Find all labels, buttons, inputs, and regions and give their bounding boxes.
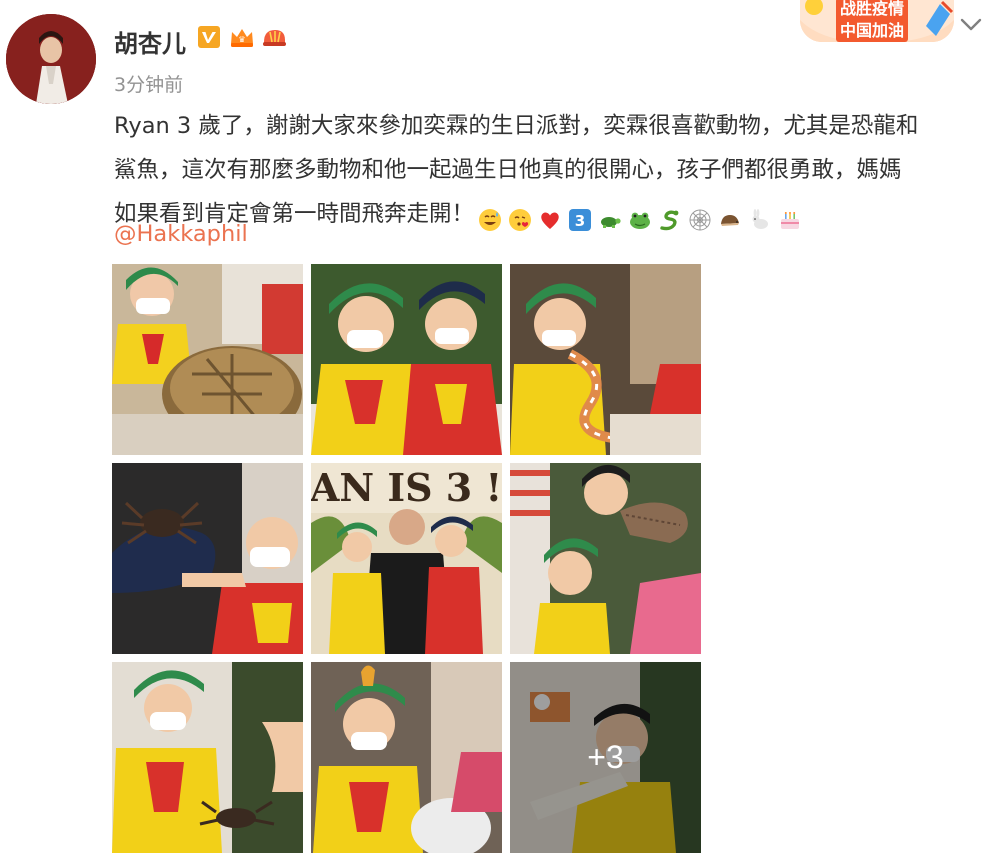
sweat-smile-emoji-icon bbox=[478, 203, 502, 231]
post-text: Ryan 3 歲了，謝謝大家來參加奕霖的生日派對，奕霖很喜歡動物，尤其是恐龍和 … bbox=[114, 104, 984, 236]
photo-child-with-bone-toy[interactable]: +3 bbox=[510, 662, 701, 853]
campaign-line-2: 中国加油 bbox=[840, 21, 905, 40]
birthday-cake-emoji-icon bbox=[778, 203, 802, 229]
photo-grid: AN IS 3 ! +3 bbox=[112, 264, 701, 856]
rabbit-emoji-icon bbox=[748, 203, 772, 229]
more-photos-count: +3 bbox=[587, 739, 624, 775]
campaign-line-1: 战胜疫情 bbox=[840, 0, 905, 18]
photo-child-with-bearded-dragon[interactable] bbox=[510, 463, 701, 654]
campaign-badge[interactable]: 战胜疫情 中国加油 bbox=[800, 0, 954, 42]
hedgehog-emoji-icon bbox=[718, 203, 742, 227]
keycap-3-emoji-icon: 3 bbox=[568, 203, 592, 231]
spider-web-emoji-icon bbox=[688, 203, 712, 230]
verified-v-icon[interactable] bbox=[196, 24, 222, 50]
photo-tarantula-on-cap[interactable] bbox=[112, 463, 303, 654]
mention-link[interactable]: @Hakkaphil bbox=[114, 221, 248, 247]
photo-child-with-animal[interactable] bbox=[311, 662, 502, 853]
photo-child-touching-spider[interactable] bbox=[112, 662, 303, 853]
turtle-emoji-icon bbox=[598, 203, 622, 228]
post-timestamp[interactable]: 3分钟前 bbox=[114, 70, 183, 97]
post-text-line: Ryan 3 歲了，謝謝大家來參加奕霖的生日派對，奕霖很喜歡動物，尤其是恐龍和 bbox=[114, 113, 919, 139]
photo-children-with-lizard[interactable] bbox=[311, 264, 502, 455]
photo-ryan-is-3-banner[interactable]: AN IS 3 ! bbox=[311, 463, 502, 654]
photo-child-with-tortoise[interactable] bbox=[112, 264, 303, 455]
campaign-label: 战胜疫情 中国加油 bbox=[836, 0, 909, 42]
kiss-emoji-icon bbox=[508, 203, 532, 231]
more-photos-overlay[interactable]: +3 bbox=[510, 662, 701, 853]
chevron-down-icon[interactable] bbox=[958, 14, 984, 34]
post-text-line: 鯊魚，這次有那麼多動物和他一起過生日他真的很開心，孩子們都很勇敢，媽媽 bbox=[114, 157, 902, 183]
svg-text:3: 3 bbox=[575, 212, 585, 230]
photo-child-holding-snake[interactable] bbox=[510, 264, 701, 455]
fan-crown-icon[interactable]: ♛ bbox=[228, 24, 254, 50]
helmet-icon[interactable] bbox=[260, 24, 286, 50]
svg-text:♛: ♛ bbox=[238, 35, 245, 44]
author-badges: ♛ bbox=[196, 24, 286, 50]
svg-text:AN IS 3 !: AN IS 3 ! bbox=[311, 465, 502, 510]
red-heart-emoji-icon bbox=[538, 203, 562, 229]
emoji-row: 3 bbox=[478, 203, 802, 231]
avatar[interactable] bbox=[6, 14, 96, 104]
snake-emoji-icon bbox=[658, 203, 682, 230]
frog-emoji-icon bbox=[628, 203, 652, 229]
author-name[interactable]: 胡杏儿 bbox=[114, 24, 186, 59]
